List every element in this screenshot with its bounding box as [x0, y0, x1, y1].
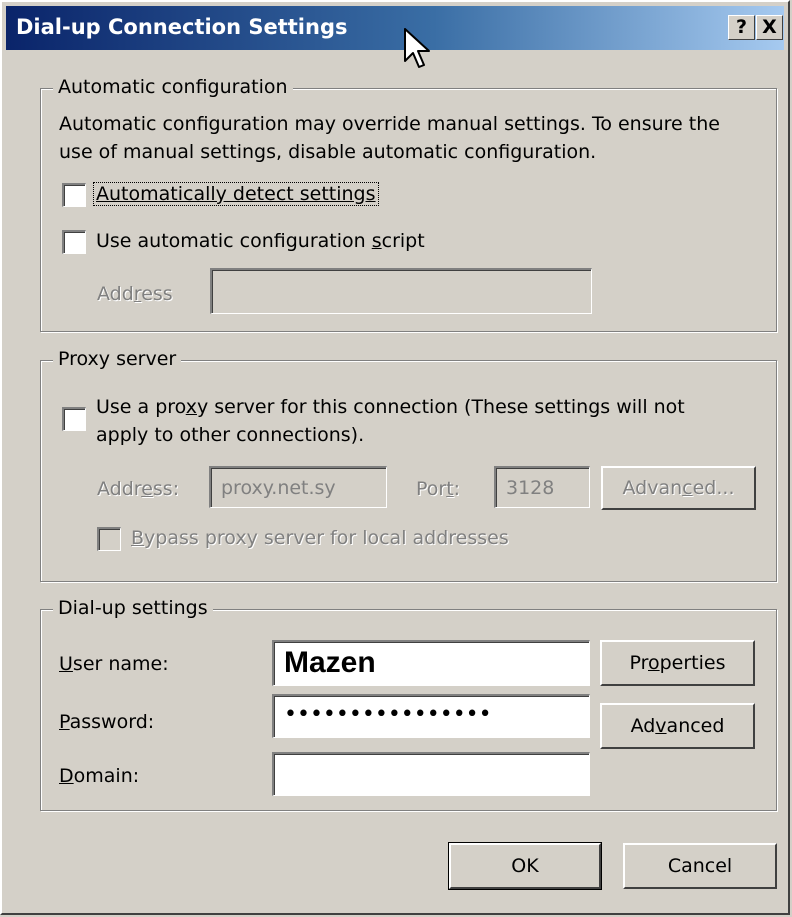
- auto-address-label-post: ess: [141, 283, 173, 305]
- proxy-address-label: Address:: [97, 478, 179, 500]
- dialup-settings-legend: Dial-up settings: [53, 597, 213, 619]
- use-proxy-label-underline: x: [185, 396, 197, 418]
- dialup-advanced-button[interactable]: Advanced: [600, 703, 755, 749]
- username-label-underline: U: [59, 653, 73, 675]
- proxy-server-legend: Proxy server: [53, 348, 182, 370]
- password-label-post: assword:: [69, 711, 155, 733]
- proxy-address-label-underline: e: [141, 478, 153, 500]
- proxy-port-label-post: :: [453, 478, 461, 500]
- cancel-button[interactable]: Cancel: [623, 843, 777, 889]
- use-proxy-label-line2: apply to other connections).: [96, 424, 365, 446]
- bypass-proxy-checkbox[interactable]: [97, 527, 121, 551]
- title-bar[interactable]: Dial-up Connection Settings ? X: [6, 6, 784, 50]
- ok-button[interactable]: OK: [448, 842, 602, 890]
- auto-address-label-pre: Add: [97, 283, 134, 305]
- auto-script-label-pre: Use automatic configuration: [96, 230, 372, 252]
- properties-underline: o: [648, 652, 660, 674]
- domain-label-underline: D: [59, 765, 74, 787]
- window-title: Dial-up Connection Settings: [16, 15, 348, 39]
- bypass-proxy-label-underline: B: [131, 527, 145, 549]
- proxy-port-input[interactable]: 3128: [494, 466, 590, 508]
- domain-label-post: omain:: [73, 765, 140, 787]
- properties-button[interactable]: Properties: [600, 640, 755, 686]
- auto-script-label-underline: s: [371, 230, 382, 252]
- use-proxy-checkbox[interactable]: [62, 407, 86, 431]
- proxy-port-label: Port:: [416, 478, 460, 500]
- domain-label: Domain:: [59, 765, 139, 787]
- bypass-proxy-label: Bypass proxy server for local addresses: [131, 527, 509, 549]
- password-label-underline: P: [59, 711, 70, 733]
- auto-detect-label-text: Automatically detect settings: [96, 183, 376, 205]
- properties-post: perties: [659, 652, 726, 674]
- auto-detect-checkbox[interactable]: [62, 183, 86, 207]
- auto-script-label-post: cript: [381, 230, 425, 252]
- proxy-advanced-underline: c: [682, 477, 693, 499]
- auto-config-description-line2: use of manual settings, disable automati…: [59, 141, 597, 163]
- proxy-address-label-post: ss:: [152, 478, 180, 500]
- close-button[interactable]: X: [756, 15, 783, 40]
- auto-detect-label[interactable]: Automatically detect settings: [93, 182, 379, 206]
- properties-pre: Pr: [629, 652, 648, 674]
- auto-script-checkbox[interactable]: [62, 230, 86, 254]
- dialup-advanced-pre: Ad: [630, 715, 656, 737]
- username-input[interactable]: Mazen: [272, 640, 590, 686]
- auto-script-label[interactable]: Use automatic configuration script: [96, 230, 425, 252]
- use-proxy-label-line1[interactable]: Use a proxy server for this connection (…: [96, 396, 685, 418]
- proxy-advanced-post: ed...: [692, 477, 735, 499]
- proxy-advanced-pre: Advan: [622, 477, 683, 499]
- proxy-port-label-pre: Por: [416, 478, 447, 500]
- username-label: User name:: [59, 653, 169, 675]
- automatic-configuration-legend: Automatic configuration: [53, 76, 293, 98]
- dialup-advanced-post: anced: [666, 715, 725, 737]
- auto-address-input[interactable]: [210, 268, 592, 314]
- password-label: Password:: [59, 711, 154, 733]
- use-proxy-label-pre: Use a pro: [96, 396, 186, 418]
- help-button[interactable]: ?: [728, 15, 755, 40]
- proxy-address-input[interactable]: proxy.net.sy: [209, 466, 387, 508]
- proxy-port-label-underline: t: [446, 478, 454, 500]
- username-label-post: ser name:: [72, 653, 169, 675]
- proxy-advanced-button[interactable]: Advanced...: [601, 466, 756, 510]
- auto-config-description-line1: Automatic configuration may override man…: [59, 113, 720, 135]
- bypass-proxy-label-post: ypass proxy server for local addresses: [144, 527, 509, 549]
- dialup-advanced-underline: v: [655, 715, 667, 737]
- dialog-window: Dial-up Connection Settings ? X Automati…: [0, 0, 790, 915]
- auto-address-label: Address: [97, 283, 173, 305]
- proxy-address-label-pre: Addr: [97, 478, 142, 500]
- password-input[interactable]: ••••••••••••••••: [272, 694, 590, 738]
- domain-input[interactable]: [272, 752, 590, 796]
- mouse-cursor-icon: [404, 28, 430, 68]
- use-proxy-label-post: y server for this connection (These sett…: [196, 396, 685, 418]
